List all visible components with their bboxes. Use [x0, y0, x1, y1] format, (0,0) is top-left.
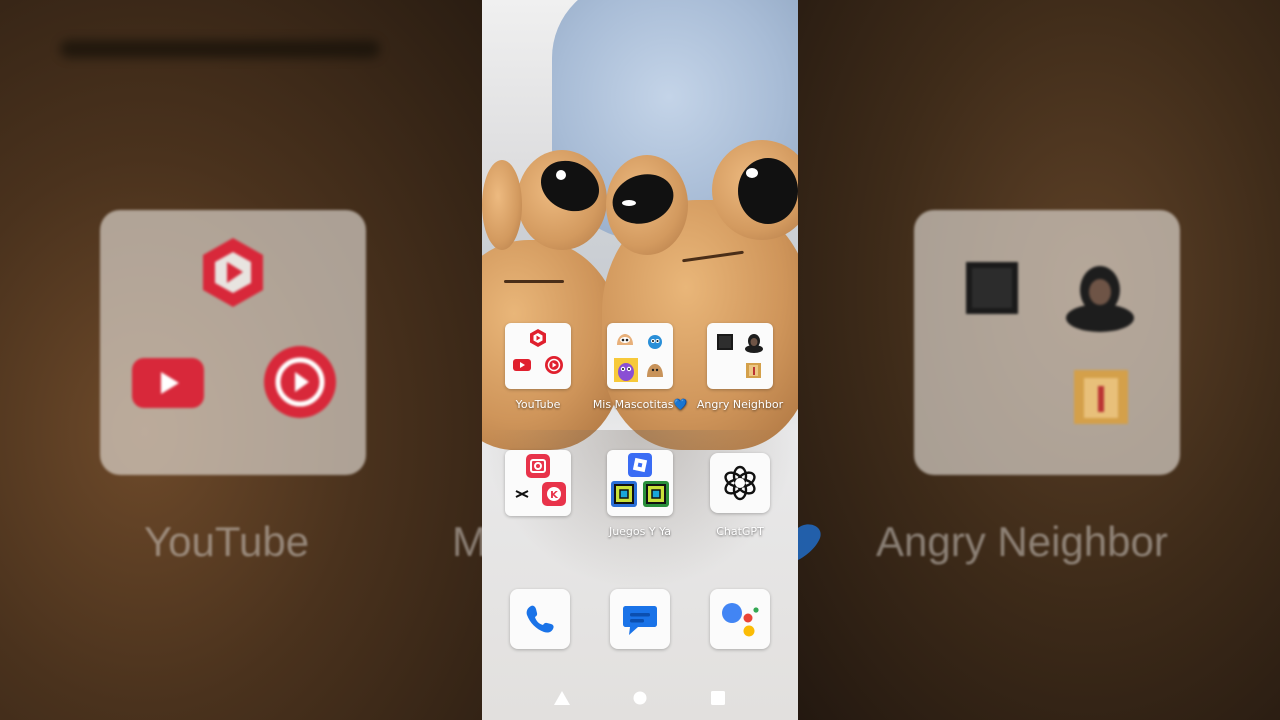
- folder-label: Angry Neighbor: [696, 398, 784, 411]
- navigation-bar: [482, 676, 798, 720]
- phone-icon: [526, 605, 554, 633]
- folder-youtube[interactable]: YouTube: [488, 323, 588, 411]
- folder-label: Juegos Y Ya: [608, 525, 672, 538]
- app-label: ChatGPT: [716, 525, 764, 538]
- svg-text:K: K: [550, 490, 559, 501]
- folder-label: YouTube: [515, 398, 561, 411]
- geometry-dash-icon: [611, 481, 637, 507]
- background-label-youtube: YouTube: [144, 518, 310, 565]
- assistant-icon: [722, 603, 759, 637]
- folder-video-editors[interactable]: K: [488, 450, 588, 516]
- folder-juegos-y-ya-tile[interactable]: [607, 450, 673, 516]
- back-icon[interactable]: [554, 691, 570, 705]
- kinemaster-icon: K: [542, 482, 566, 506]
- inshot-icon: [526, 454, 550, 478]
- background-label-partial: M: [452, 518, 482, 565]
- background-folder-angry-neighbor: [914, 210, 1180, 475]
- geometry-dash-lite-icon: [643, 481, 669, 507]
- phone-tile[interactable]: [510, 589, 570, 649]
- background-heart-icon: [798, 524, 821, 560]
- folder-angry-neighbor[interactable]: Angry Neighbor: [690, 323, 790, 411]
- folder-mis-mascotitas-tile[interactable]: [607, 323, 673, 389]
- background-shadow: [60, 40, 380, 58]
- blurred-background-right: Angry Neighbor: [798, 0, 1280, 720]
- wallpaper-eye-shine: [746, 168, 758, 178]
- wallpaper-mouth: [504, 280, 564, 283]
- pet-game-icon: [617, 334, 633, 345]
- capcut-icon: [515, 490, 529, 498]
- blank-icon: [715, 360, 737, 382]
- background-youtube-icons: [132, 238, 336, 418]
- app-chatgpt[interactable]: ChatGPT: [690, 453, 790, 538]
- youtube-icon: [513, 359, 531, 371]
- dock-phone[interactable]: [490, 589, 590, 649]
- phone-screen: YouTube Mis Mascotitas💙 Angry Neighbor K…: [482, 0, 798, 720]
- neighbor-door-icon: [746, 363, 761, 378]
- home-icon[interactable]: [633, 691, 647, 705]
- pou-icon: [647, 364, 663, 377]
- pet-blue-icon: [648, 335, 662, 349]
- dock-assistant[interactable]: [690, 589, 790, 649]
- folder-video-editors-tile[interactable]: K: [505, 450, 571, 516]
- background-angry-neighbor-icons: [966, 262, 1134, 424]
- blurred-background-left: YouTube M: [0, 0, 482, 720]
- wallpaper-eye-shine: [556, 170, 566, 180]
- purple-monster-icon: [614, 358, 638, 382]
- folder-angry-neighbor-tile[interactable]: [707, 323, 773, 389]
- folder-label: Mis Mascotitas💙: [592, 398, 688, 411]
- hooded-figure-icon: [745, 334, 763, 353]
- assistant-tile[interactable]: [710, 589, 770, 649]
- folder-youtube-tile[interactable]: [505, 323, 571, 389]
- background-folder-youtube: [100, 210, 366, 475]
- folder-juegos-y-ya[interactable]: Juegos Y Ya: [590, 450, 690, 538]
- folder-mis-mascotitas[interactable]: Mis Mascotitas💙: [590, 323, 690, 411]
- dark-game-icon: [717, 334, 733, 350]
- messages-tile[interactable]: [610, 589, 670, 649]
- dock-messages[interactable]: [590, 589, 690, 649]
- youtube-music-icon: [545, 356, 563, 374]
- roblox-icon: [628, 453, 652, 477]
- chatgpt-tile[interactable]: [710, 453, 770, 513]
- wallpaper-eye-shine: [622, 200, 636, 206]
- chatgpt-icon: [724, 465, 756, 501]
- wallpaper-eye: [738, 158, 798, 224]
- wallpaper-eye-stalk: [482, 160, 522, 250]
- background-label-angry-neighbor: Angry Neighbor: [876, 518, 1168, 565]
- recents-icon[interactable]: [711, 691, 725, 705]
- messages-icon: [623, 606, 657, 635]
- youtube-studio-icon: [530, 329, 546, 347]
